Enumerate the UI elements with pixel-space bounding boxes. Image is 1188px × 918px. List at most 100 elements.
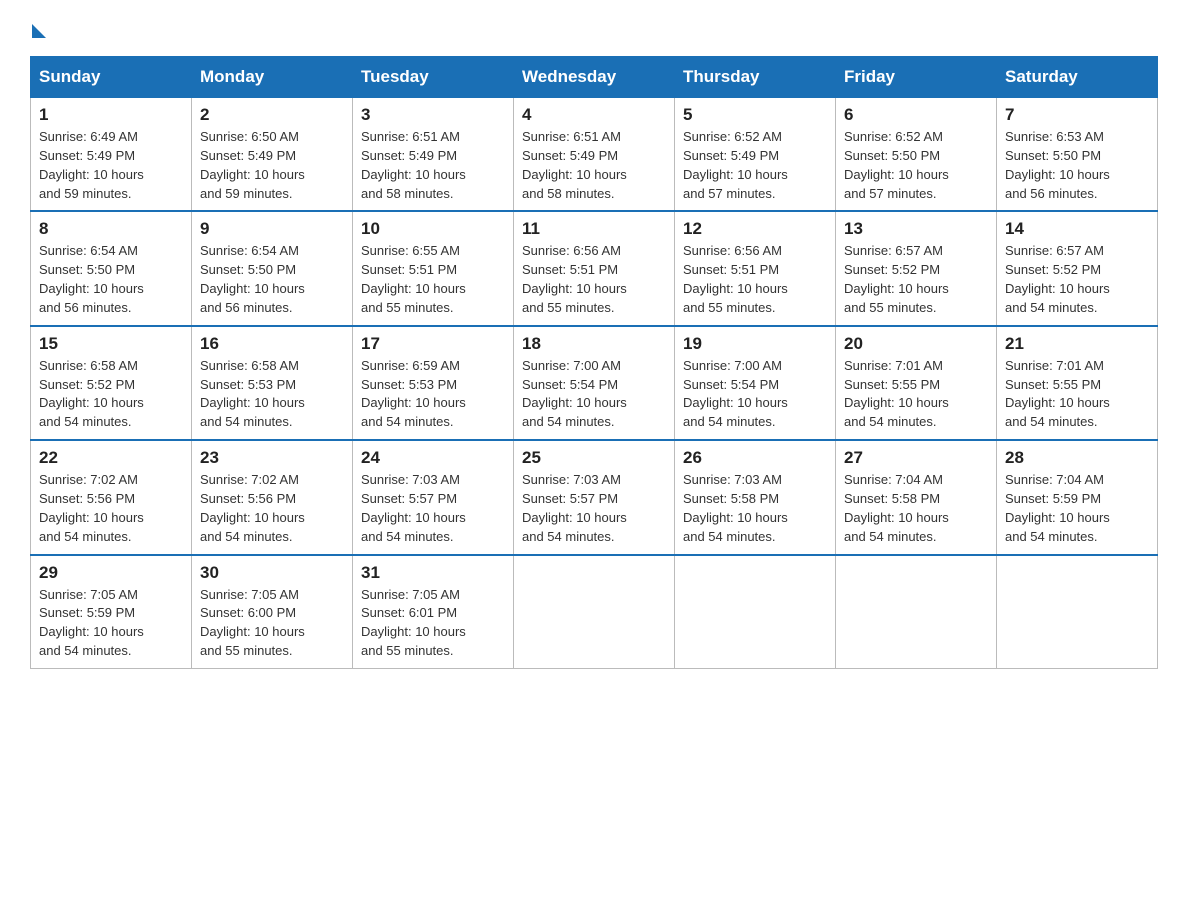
calendar-week-row: 1Sunrise: 6:49 AMSunset: 5:49 PMDaylight… xyxy=(31,98,1158,212)
day-info: Sunrise: 7:02 AMSunset: 5:56 PMDaylight:… xyxy=(39,471,183,546)
calendar-cell: 9 Sunrise: 6:54 AMSunset: 5:50 PMDaylight… xyxy=(192,211,353,325)
calendar-week-row: 8 Sunrise: 6:54 AMSunset: 5:50 PMDaylight… xyxy=(31,211,1158,325)
calendar-cell xyxy=(836,555,997,669)
calendar-week-row: 29 Sunrise: 7:05 AMSunset: 5:59 PMDayligh… xyxy=(31,555,1158,669)
calendar-cell: 18Sunrise: 7:00 AMSunset: 5:54 PMDayligh… xyxy=(514,326,675,440)
calendar-cell: 23 Sunrise: 7:02 AMSunset: 5:56 PMDayligh… xyxy=(192,440,353,554)
day-number: 27 xyxy=(844,448,988,468)
calendar-cell xyxy=(997,555,1158,669)
day-info: Sunrise: 7:04 AMSunset: 5:58 PMDaylight:… xyxy=(844,471,988,546)
calendar-header-tuesday: Tuesday xyxy=(353,57,514,98)
day-number: 10 xyxy=(361,219,505,239)
day-info: Sunrise: 6:56 AMSunset: 5:51 PMDaylight:… xyxy=(683,242,827,317)
day-info: Sunrise: 6:59 AMSunset: 5:53 PMDaylight:… xyxy=(361,357,505,432)
day-info: Sunrise: 6:52 AMSunset: 5:49 PMDaylight:… xyxy=(683,128,827,203)
day-info: Sunrise: 7:03 AMSunset: 5:58 PMDaylight:… xyxy=(683,471,827,546)
calendar-cell: 16 Sunrise: 6:58 AMSunset: 5:53 PMDayligh… xyxy=(192,326,353,440)
calendar-cell: 24 Sunrise: 7:03 AMSunset: 5:57 PMDayligh… xyxy=(353,440,514,554)
day-info: Sunrise: 7:00 AMSunset: 5:54 PMDaylight:… xyxy=(683,357,827,432)
day-info: Sunrise: 6:51 AMSunset: 5:49 PMDaylight:… xyxy=(522,128,666,203)
day-number: 5 xyxy=(683,105,827,125)
calendar-header-monday: Monday xyxy=(192,57,353,98)
day-number: 9 xyxy=(200,219,344,239)
day-info: Sunrise: 6:53 AMSunset: 5:50 PMDaylight:… xyxy=(1005,128,1149,203)
calendar-cell: 10 Sunrise: 6:55 AMSunset: 5:51 PMDayligh… xyxy=(353,211,514,325)
day-number: 28 xyxy=(1005,448,1149,468)
calendar-cell: 6 Sunrise: 6:52 AMSunset: 5:50 PMDaylight… xyxy=(836,98,997,212)
day-info: Sunrise: 6:55 AMSunset: 5:51 PMDaylight:… xyxy=(361,242,505,317)
day-info: Sunrise: 6:58 AMSunset: 5:53 PMDaylight:… xyxy=(200,357,344,432)
day-number: 20 xyxy=(844,334,988,354)
day-info: Sunrise: 6:56 AMSunset: 5:51 PMDaylight:… xyxy=(522,242,666,317)
calendar-cell xyxy=(675,555,836,669)
calendar-week-row: 22 Sunrise: 7:02 AMSunset: 5:56 PMDayligh… xyxy=(31,440,1158,554)
calendar-week-row: 15Sunrise: 6:58 AMSunset: 5:52 PMDayligh… xyxy=(31,326,1158,440)
calendar-cell: 15Sunrise: 6:58 AMSunset: 5:52 PMDayligh… xyxy=(31,326,192,440)
calendar-cell: 13Sunrise: 6:57 AMSunset: 5:52 PMDayligh… xyxy=(836,211,997,325)
day-info: Sunrise: 7:05 AMSunset: 6:01 PMDaylight:… xyxy=(361,586,505,661)
day-number: 14 xyxy=(1005,219,1149,239)
day-number: 23 xyxy=(200,448,344,468)
page-header xyxy=(30,20,1158,38)
calendar-cell: 30Sunrise: 7:05 AMSunset: 6:00 PMDayligh… xyxy=(192,555,353,669)
day-info: Sunrise: 6:49 AMSunset: 5:49 PMDaylight:… xyxy=(39,128,183,203)
calendar-cell: 22 Sunrise: 7:02 AMSunset: 5:56 PMDayligh… xyxy=(31,440,192,554)
calendar-cell: 27 Sunrise: 7:04 AMSunset: 5:58 PMDayligh… xyxy=(836,440,997,554)
calendar-cell: 8Sunrise: 6:54 AMSunset: 5:50 PMDaylight… xyxy=(31,211,192,325)
day-info: Sunrise: 6:51 AMSunset: 5:49 PMDaylight:… xyxy=(361,128,505,203)
day-number: 7 xyxy=(1005,105,1149,125)
calendar-cell: 2 Sunrise: 6:50 AMSunset: 5:49 PMDaylight… xyxy=(192,98,353,212)
calendar-cell: 17 Sunrise: 6:59 AMSunset: 5:53 PMDayligh… xyxy=(353,326,514,440)
day-number: 21 xyxy=(1005,334,1149,354)
calendar-cell: 11Sunrise: 6:56 AMSunset: 5:51 PMDayligh… xyxy=(514,211,675,325)
day-number: 30 xyxy=(200,563,344,583)
calendar-cell: 31 Sunrise: 7:05 AMSunset: 6:01 PMDayligh… xyxy=(353,555,514,669)
calendar-header-row: SundayMondayTuesdayWednesdayThursdayFrid… xyxy=(31,57,1158,98)
day-info: Sunrise: 7:03 AMSunset: 5:57 PMDaylight:… xyxy=(522,471,666,546)
day-number: 6 xyxy=(844,105,988,125)
day-number: 29 xyxy=(39,563,183,583)
day-number: 18 xyxy=(522,334,666,354)
day-info: Sunrise: 7:02 AMSunset: 5:56 PMDaylight:… xyxy=(200,471,344,546)
day-number: 13 xyxy=(844,219,988,239)
day-info: Sunrise: 6:50 AMSunset: 5:49 PMDaylight:… xyxy=(200,128,344,203)
calendar-cell: 21Sunrise: 7:01 AMSunset: 5:55 PMDayligh… xyxy=(997,326,1158,440)
calendar-header-wednesday: Wednesday xyxy=(514,57,675,98)
day-number: 26 xyxy=(683,448,827,468)
day-number: 16 xyxy=(200,334,344,354)
day-number: 25 xyxy=(522,448,666,468)
day-info: Sunrise: 6:52 AMSunset: 5:50 PMDaylight:… xyxy=(844,128,988,203)
calendar-cell: 4Sunrise: 6:51 AMSunset: 5:49 PMDaylight… xyxy=(514,98,675,212)
calendar-cell: 12Sunrise: 6:56 AMSunset: 5:51 PMDayligh… xyxy=(675,211,836,325)
day-number: 8 xyxy=(39,219,183,239)
calendar-cell xyxy=(514,555,675,669)
day-number: 19 xyxy=(683,334,827,354)
calendar-cell: 26 Sunrise: 7:03 AMSunset: 5:58 PMDayligh… xyxy=(675,440,836,554)
day-info: Sunrise: 6:54 AMSunset: 5:50 PMDaylight:… xyxy=(200,242,344,317)
calendar-cell: 7 Sunrise: 6:53 AMSunset: 5:50 PMDaylight… xyxy=(997,98,1158,212)
day-number: 24 xyxy=(361,448,505,468)
day-number: 2 xyxy=(200,105,344,125)
calendar-header-sunday: Sunday xyxy=(31,57,192,98)
calendar-cell: 25 Sunrise: 7:03 AMSunset: 5:57 PMDayligh… xyxy=(514,440,675,554)
day-number: 3 xyxy=(361,105,505,125)
calendar-cell: 19 Sunrise: 7:00 AMSunset: 5:54 PMDayligh… xyxy=(675,326,836,440)
calendar-cell: 20 Sunrise: 7:01 AMSunset: 5:55 PMDayligh… xyxy=(836,326,997,440)
calendar-cell: 1Sunrise: 6:49 AMSunset: 5:49 PMDaylight… xyxy=(31,98,192,212)
day-number: 17 xyxy=(361,334,505,354)
calendar-cell: 29 Sunrise: 7:05 AMSunset: 5:59 PMDayligh… xyxy=(31,555,192,669)
day-info: Sunrise: 6:57 AMSunset: 5:52 PMDaylight:… xyxy=(1005,242,1149,317)
calendar-cell: 14 Sunrise: 6:57 AMSunset: 5:52 PMDayligh… xyxy=(997,211,1158,325)
calendar-header-thursday: Thursday xyxy=(675,57,836,98)
calendar-cell: 3 Sunrise: 6:51 AMSunset: 5:49 PMDaylight… xyxy=(353,98,514,212)
day-number: 31 xyxy=(361,563,505,583)
day-number: 22 xyxy=(39,448,183,468)
calendar-cell: 28 Sunrise: 7:04 AMSunset: 5:59 PMDayligh… xyxy=(997,440,1158,554)
day-info: Sunrise: 7:03 AMSunset: 5:57 PMDaylight:… xyxy=(361,471,505,546)
day-info: Sunrise: 7:01 AMSunset: 5:55 PMDaylight:… xyxy=(844,357,988,432)
calendar-header-friday: Friday xyxy=(836,57,997,98)
day-info: Sunrise: 7:05 AMSunset: 5:59 PMDaylight:… xyxy=(39,586,183,661)
day-info: Sunrise: 6:58 AMSunset: 5:52 PMDaylight:… xyxy=(39,357,183,432)
day-info: Sunrise: 7:04 AMSunset: 5:59 PMDaylight:… xyxy=(1005,471,1149,546)
calendar-cell: 5 Sunrise: 6:52 AMSunset: 5:49 PMDaylight… xyxy=(675,98,836,212)
